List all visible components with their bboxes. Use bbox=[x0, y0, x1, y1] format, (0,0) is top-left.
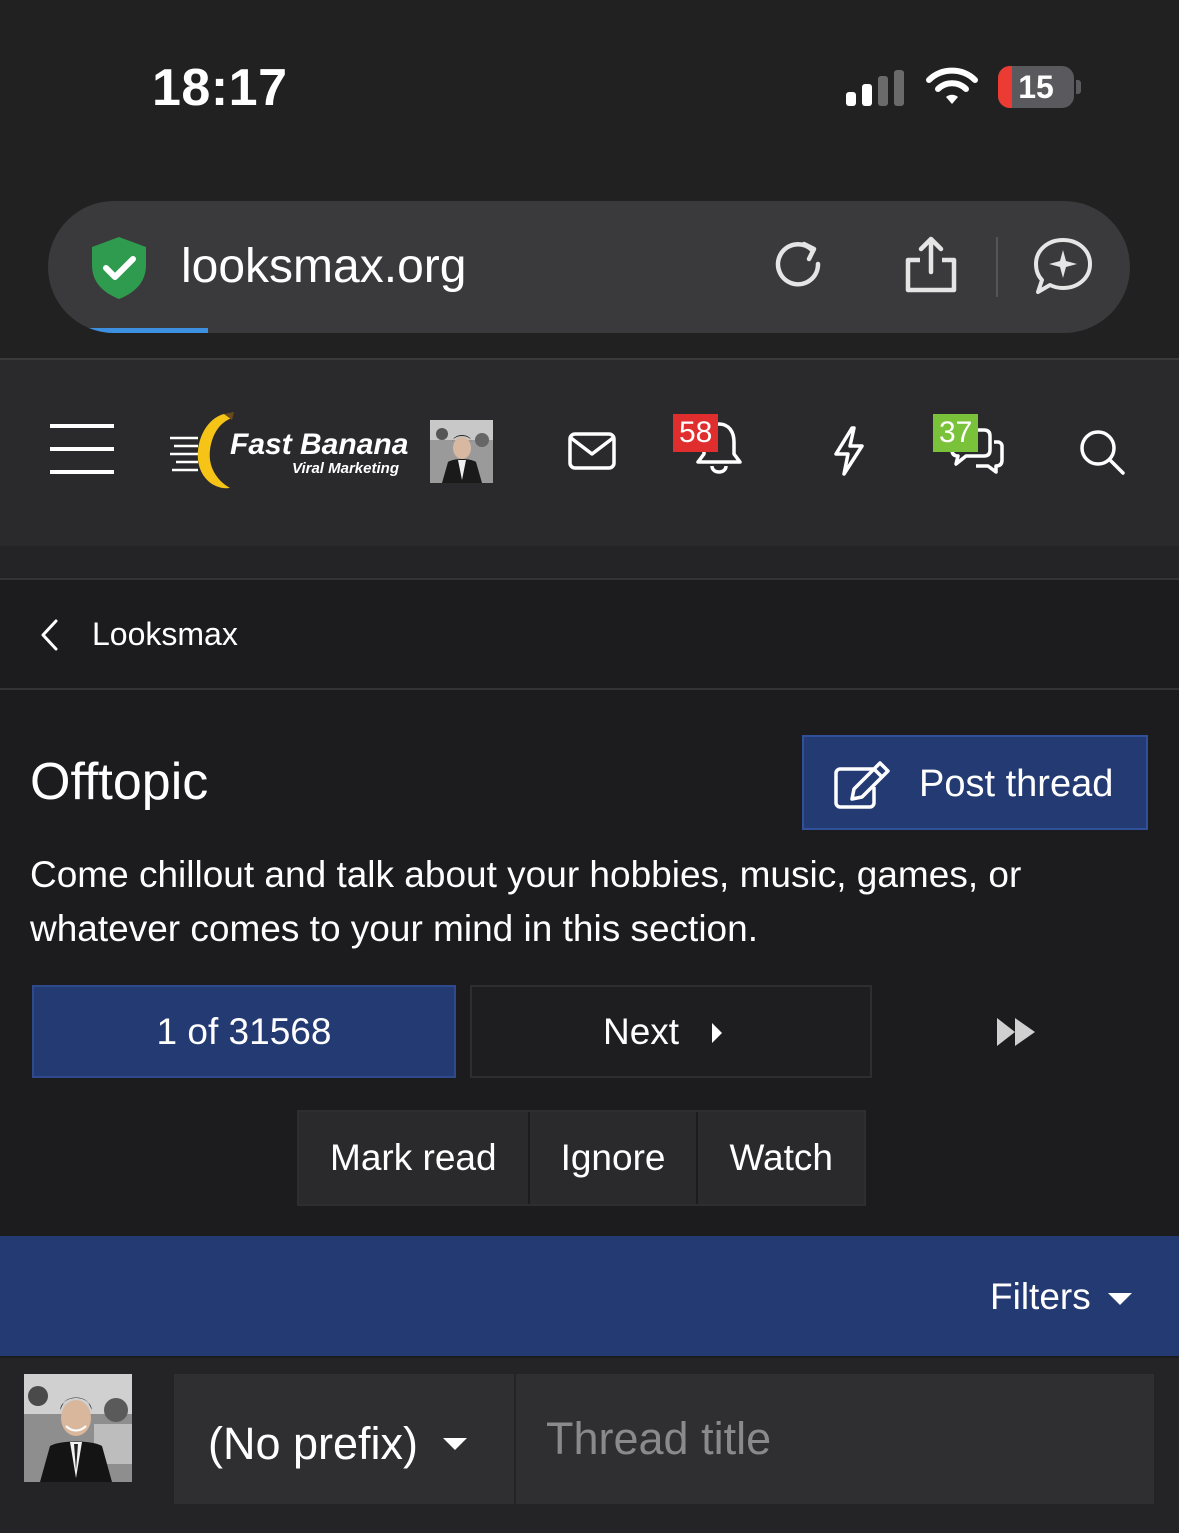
conversations-count-badge: 37 bbox=[933, 414, 979, 452]
breadcrumb[interactable]: Looksmax bbox=[0, 580, 1179, 690]
watch-button[interactable]: Watch bbox=[698, 1112, 863, 1204]
wifi-icon bbox=[926, 67, 978, 104]
last-page-icon[interactable] bbox=[995, 1016, 1037, 1048]
forum-actions: Mark read Ignore Watch bbox=[297, 1110, 866, 1206]
filter-bar: Filters bbox=[0, 1236, 1179, 1356]
mark-read-button[interactable]: Mark read bbox=[299, 1112, 530, 1204]
battery-tip bbox=[1076, 80, 1081, 94]
page-load-progress bbox=[86, 328, 208, 333]
quick-thread-form: (No prefix) bbox=[0, 1358, 1179, 1533]
shield-check-icon bbox=[92, 237, 146, 299]
post-thread-label: Post thread bbox=[919, 763, 1114, 805]
page-title: Offtopic bbox=[30, 753, 209, 811]
header-spacer bbox=[0, 546, 1179, 580]
inbox-envelope-icon[interactable] bbox=[568, 432, 616, 470]
search-icon[interactable] bbox=[1078, 428, 1126, 476]
page-selector[interactable]: 1 of 31568 bbox=[32, 985, 456, 1078]
url-text[interactable]: looksmax.org bbox=[181, 239, 466, 294]
share-icon[interactable] bbox=[900, 234, 962, 296]
thread-title-input[interactable] bbox=[516, 1374, 1154, 1504]
status-bar: 18:17 15 bbox=[0, 0, 1179, 175]
battery-icon: 15 bbox=[998, 66, 1074, 108]
fast-banana-logo-icon[interactable] bbox=[168, 410, 238, 494]
reload-icon[interactable] bbox=[768, 234, 828, 294]
caret-down-icon[interactable] bbox=[1107, 1291, 1133, 1307]
logo-title[interactable]: Fast Banana bbox=[230, 428, 408, 462]
user-avatar[interactable] bbox=[430, 420, 493, 483]
forum-description: Come chillout and talk about your hobbie… bbox=[30, 854, 1022, 949]
toolbar-separator bbox=[996, 237, 998, 297]
battery-level: 15 bbox=[1018, 69, 1054, 105]
prefix-select[interactable]: (No prefix) bbox=[174, 1374, 514, 1504]
whats-new-lightning-icon[interactable] bbox=[832, 426, 866, 476]
address-bar[interactable]: looksmax.org bbox=[48, 201, 1130, 333]
next-page-label: Next bbox=[603, 1011, 680, 1052]
edit-icon bbox=[834, 761, 890, 809]
post-thread-button[interactable]: Post thread bbox=[802, 735, 1148, 830]
cellular-signal-icon bbox=[846, 70, 906, 106]
prefix-value: (No prefix) bbox=[208, 1418, 419, 1469]
status-time: 18:17 bbox=[152, 59, 288, 117]
breadcrumb-label[interactable]: Looksmax bbox=[92, 616, 238, 653]
alerts-count-badge: 58 bbox=[673, 414, 719, 452]
next-page-button[interactable]: Next bbox=[470, 985, 872, 1078]
assistant-chat-icon[interactable] bbox=[1031, 234, 1095, 298]
logo-subtitle: Viral Marketing bbox=[292, 460, 399, 477]
ignore-button[interactable]: Ignore bbox=[530, 1112, 699, 1204]
browser-toolbar: looksmax.org bbox=[0, 175, 1179, 360]
chevron-left-icon[interactable] bbox=[38, 618, 60, 652]
caret-right-icon bbox=[712, 1023, 722, 1043]
hamburger-menu-icon[interactable] bbox=[50, 422, 114, 476]
filters-button[interactable]: Filters bbox=[990, 1276, 1091, 1318]
user-avatar-large[interactable] bbox=[24, 1374, 132, 1482]
caret-down-icon bbox=[443, 1438, 467, 1450]
